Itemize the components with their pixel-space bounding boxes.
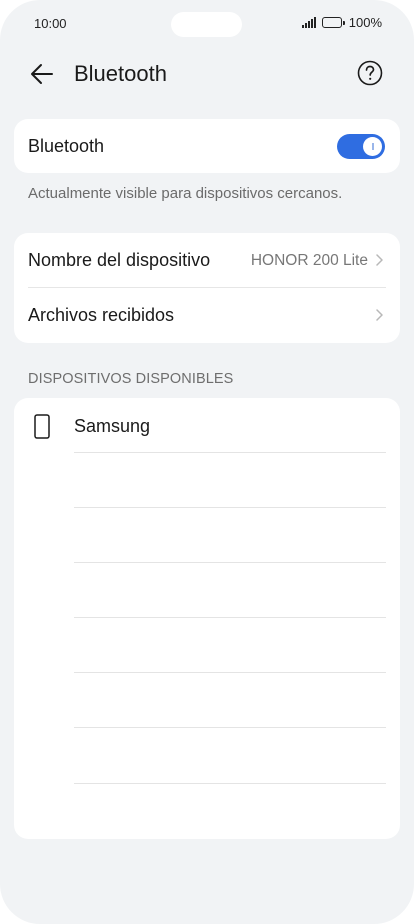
device-name: Samsung	[74, 416, 151, 436]
list-divider	[74, 672, 386, 673]
toggle-knob	[363, 137, 382, 156]
device-name-row[interactable]: Nombre del dispositivo HONOR 200 Lite	[14, 233, 400, 288]
status-time: 10:00	[34, 16, 67, 31]
list-divider	[74, 452, 386, 453]
device-settings-card: Nombre del dispositivo HONOR 200 Lite Ar…	[14, 233, 400, 343]
header: Bluetooth	[0, 52, 414, 96]
phone-icon	[34, 414, 50, 439]
list-divider	[74, 617, 386, 618]
camera-cutout	[171, 12, 242, 37]
phone-screen: 10:00 100% Bluetooth Bluetooth Actualmen…	[0, 0, 414, 924]
arrow-left-icon[interactable]	[28, 60, 56, 88]
available-devices-card: Samsung	[14, 398, 400, 839]
status-indicators: 100%	[301, 15, 382, 30]
page-title: Bluetooth	[74, 61, 167, 86]
bluetooth-label: Bluetooth	[28, 136, 105, 156]
device-name-label: Nombre del dispositivo	[28, 250, 211, 270]
received-files-label: Archivos recibidos	[28, 305, 175, 325]
signal-icon	[301, 17, 316, 28]
chevron-right-icon	[376, 254, 383, 266]
bluetooth-card: Bluetooth	[14, 119, 400, 173]
received-files-row[interactable]: Archivos recibidos	[14, 288, 400, 343]
visibility-status-text: Actualmente visible para dispositivos ce…	[28, 185, 343, 202]
list-divider	[74, 783, 386, 784]
list-divider	[74, 727, 386, 728]
status-bar: 10:00 100%	[0, 0, 414, 48]
available-devices-header: DISPOSITIVOS DISPONIBLES	[28, 371, 234, 387]
battery-percent: 100%	[348, 15, 382, 30]
list-divider	[74, 507, 386, 508]
bluetooth-toggle[interactable]	[337, 134, 385, 159]
question-circle-icon[interactable]	[356, 59, 384, 87]
battery-icon	[321, 17, 345, 28]
list-divider	[74, 562, 386, 563]
chevron-right-icon	[376, 309, 383, 321]
list-item[interactable]: Samsung	[14, 398, 400, 453]
device-name-value: HONOR 200 Lite	[250, 252, 368, 269]
